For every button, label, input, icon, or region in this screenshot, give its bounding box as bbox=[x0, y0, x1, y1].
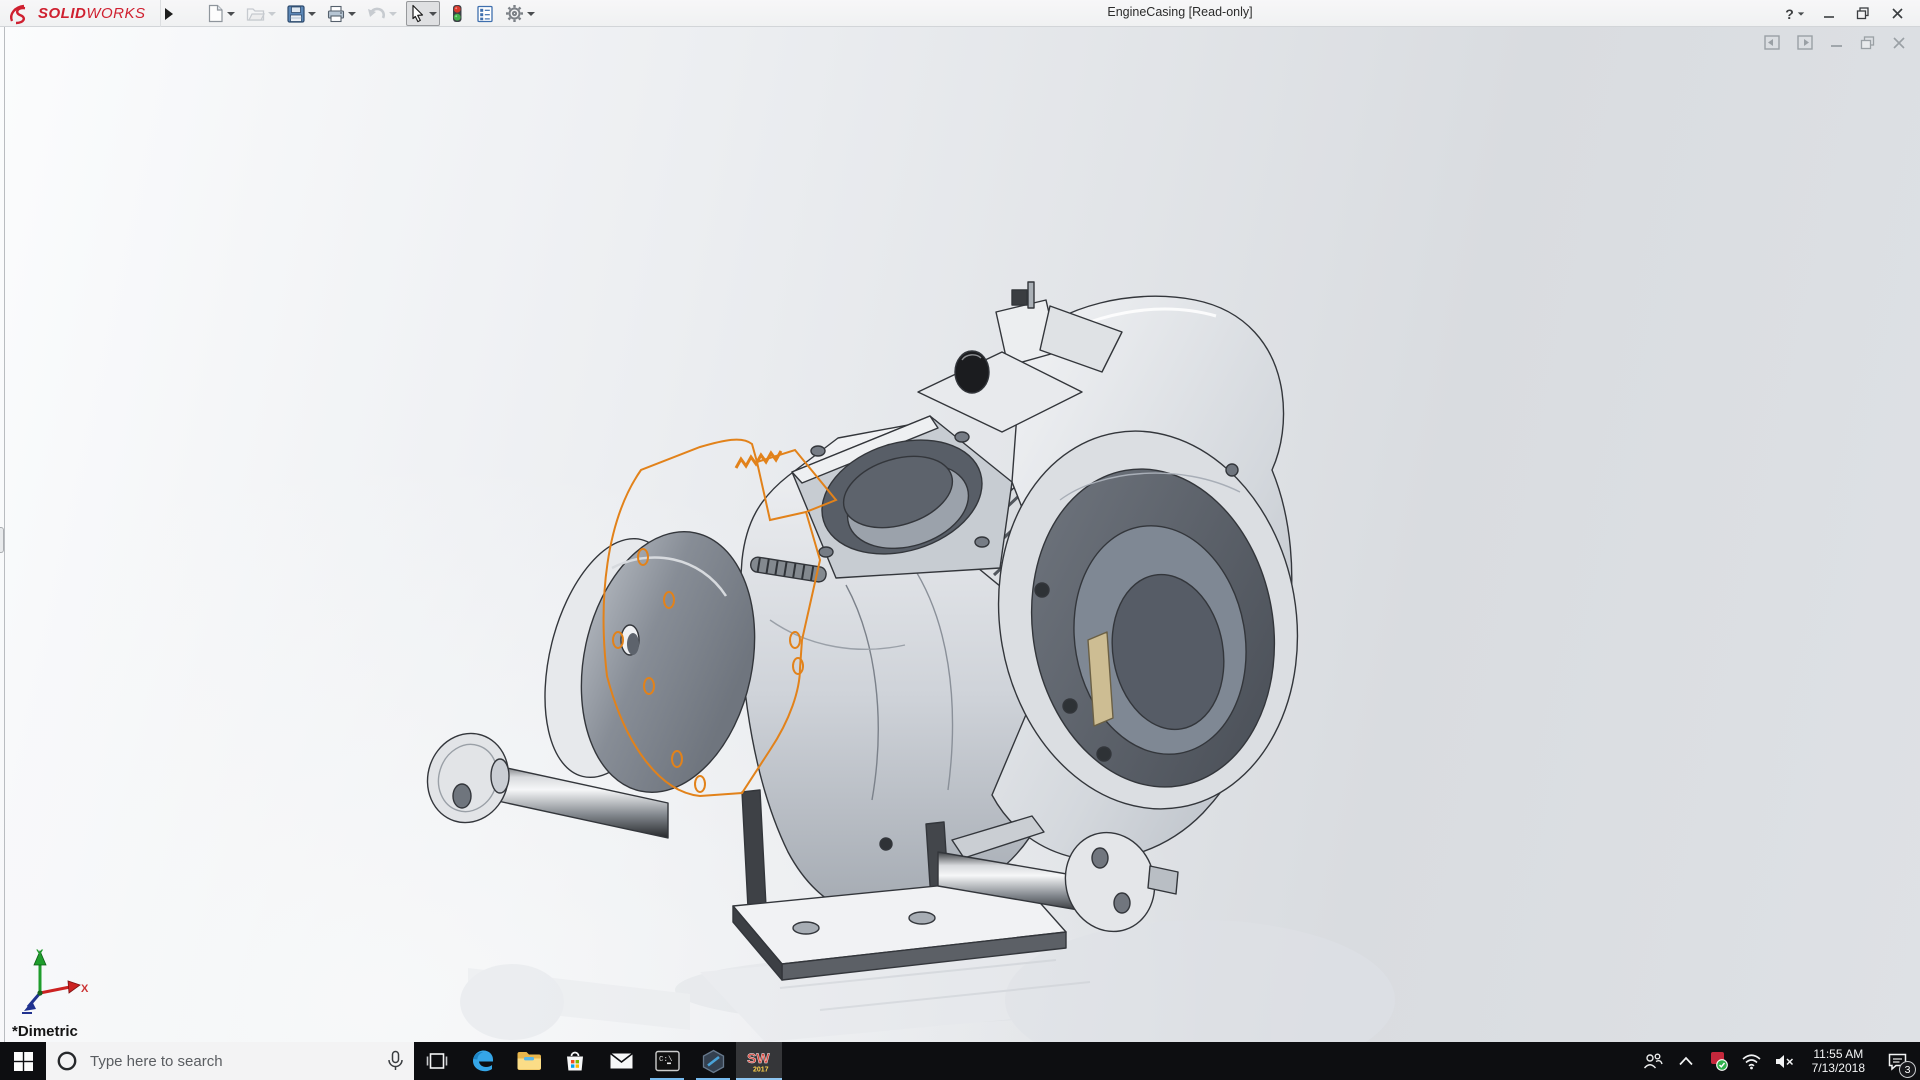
save-dropdown[interactable] bbox=[308, 12, 316, 16]
solidworks-monitor-icon bbox=[1709, 1051, 1729, 1071]
minimize-icon bbox=[1823, 8, 1835, 20]
edge-icon bbox=[470, 1048, 496, 1074]
solidworks-app-letters: SW bbox=[747, 1050, 770, 1066]
file-explorer-icon bbox=[516, 1050, 542, 1072]
clock-time: 11:55 AM bbox=[1812, 1047, 1865, 1061]
people-button[interactable] bbox=[1641, 1049, 1665, 1073]
help-dropdown[interactable] bbox=[1798, 12, 1804, 15]
new-document-icon bbox=[207, 4, 224, 23]
task-view-button[interactable] bbox=[414, 1042, 460, 1080]
select-tool-button[interactable] bbox=[406, 1, 440, 26]
windows-logo-icon bbox=[14, 1052, 33, 1071]
select-cursor-icon bbox=[409, 4, 426, 23]
taskbar-app-mail[interactable] bbox=[598, 1042, 644, 1080]
new-document-button[interactable] bbox=[205, 2, 237, 25]
solidworks-app-icon: SW 2017 bbox=[746, 1048, 773, 1074]
taskbar-app-cad-client[interactable] bbox=[690, 1042, 736, 1080]
store-icon bbox=[563, 1049, 587, 1073]
menu-expand-button[interactable] bbox=[160, 4, 176, 23]
mail-icon bbox=[609, 1051, 634, 1071]
save-button[interactable] bbox=[285, 3, 318, 25]
file-properties-icon bbox=[476, 5, 494, 23]
select-dropdown[interactable] bbox=[429, 12, 437, 16]
help-icon: ? bbox=[1785, 6, 1794, 22]
document-title: EngineCasing [Read-only] bbox=[1060, 5, 1300, 19]
restore-button[interactable] bbox=[1846, 0, 1880, 27]
titlebar: SOLIDWORKS bbox=[0, 0, 1920, 27]
undo-dropdown-disabled[interactable] bbox=[389, 12, 397, 16]
close-icon bbox=[1891, 7, 1904, 20]
engine-casing-model[interactable] bbox=[0, 27, 1920, 1042]
triad-x-label: X bbox=[81, 983, 89, 995]
options-gear-icon bbox=[505, 4, 524, 23]
print-dropdown[interactable] bbox=[348, 12, 356, 16]
orientation-triad: Y X bbox=[18, 945, 92, 1017]
taskbar-clock[interactable]: 11:55 AM 7/13/2018 bbox=[1806, 1047, 1871, 1075]
solidworks-monitor-button[interactable] bbox=[1707, 1049, 1731, 1073]
expand-arrow-icon bbox=[164, 8, 173, 20]
taskbar-app-file-explorer[interactable] bbox=[506, 1042, 552, 1080]
start-button[interactable] bbox=[0, 1042, 46, 1080]
file-properties-button[interactable] bbox=[474, 3, 496, 25]
notification-badge: 3 bbox=[1899, 1061, 1916, 1078]
rebuild-traffic-light-icon bbox=[449, 4, 465, 23]
volume-muted-icon bbox=[1774, 1053, 1795, 1070]
solidworks-logo: SOLIDWORKS bbox=[8, 0, 161, 27]
clock-date: 7/13/2018 bbox=[1812, 1061, 1865, 1075]
taskbar-app-store[interactable] bbox=[552, 1042, 598, 1080]
open-button-disabled[interactable] bbox=[244, 3, 278, 24]
system-tray: 11:55 AM 7/13/2018 3 bbox=[1641, 1042, 1920, 1080]
taskbar-app-command-prompt[interactable]: C:\ bbox=[644, 1042, 690, 1080]
undo-arrow-icon bbox=[367, 6, 386, 22]
open-dropdown-disabled[interactable] bbox=[268, 12, 276, 16]
triad-y-label: Y bbox=[36, 948, 44, 960]
solidworks-app-year: 2017 bbox=[753, 1067, 769, 1074]
engine-casing-body bbox=[416, 282, 1327, 980]
print-icon bbox=[327, 5, 345, 23]
command-prompt-icon: C:\ bbox=[655, 1050, 680, 1072]
options-button[interactable] bbox=[503, 2, 537, 25]
quick-access-toolbar bbox=[205, 0, 537, 27]
volume-button[interactable] bbox=[1773, 1049, 1797, 1073]
window-controls: ? bbox=[1778, 0, 1914, 27]
hexagon-app-icon bbox=[701, 1049, 726, 1074]
taskbar-app-solidworks[interactable]: SW 2017 bbox=[736, 1042, 782, 1080]
microphone-icon[interactable] bbox=[387, 1050, 404, 1072]
chevron-up-icon bbox=[1678, 1056, 1694, 1066]
search-input[interactable] bbox=[88, 1052, 377, 1071]
close-button[interactable] bbox=[1880, 0, 1914, 27]
help-button[interactable]: ? bbox=[1778, 0, 1812, 27]
open-folder-icon bbox=[246, 5, 265, 22]
save-floppy-icon bbox=[287, 5, 305, 23]
taskbar-app-edge[interactable] bbox=[460, 1042, 506, 1080]
solidworks-wordmark: SOLIDWORKS bbox=[38, 5, 146, 22]
options-dropdown[interactable] bbox=[527, 12, 535, 16]
taskbar-search[interactable] bbox=[46, 1042, 414, 1080]
solidworks-mark-icon bbox=[8, 2, 34, 26]
hidden-icons-button[interactable] bbox=[1674, 1049, 1698, 1073]
restore-icon bbox=[1856, 7, 1870, 20]
people-icon bbox=[1643, 1052, 1663, 1070]
view-orientation-label: *Dimetric bbox=[12, 1023, 78, 1040]
windows-taskbar: C:\ SW 2017 bbox=[0, 1042, 1920, 1080]
new-document-dropdown[interactable] bbox=[227, 12, 235, 16]
rebuild-button[interactable] bbox=[447, 2, 467, 25]
wifi-icon bbox=[1741, 1052, 1762, 1070]
task-view-icon bbox=[426, 1051, 448, 1071]
action-center-button[interactable]: 3 bbox=[1880, 1044, 1914, 1078]
minimize-button[interactable] bbox=[1812, 0, 1846, 27]
graphics-area[interactable]: Y X *Dimetric bbox=[0, 27, 1920, 1042]
print-button[interactable] bbox=[325, 3, 358, 25]
undo-button-disabled[interactable] bbox=[365, 4, 399, 24]
cortana-icon bbox=[56, 1050, 78, 1072]
network-button[interactable] bbox=[1740, 1049, 1764, 1073]
